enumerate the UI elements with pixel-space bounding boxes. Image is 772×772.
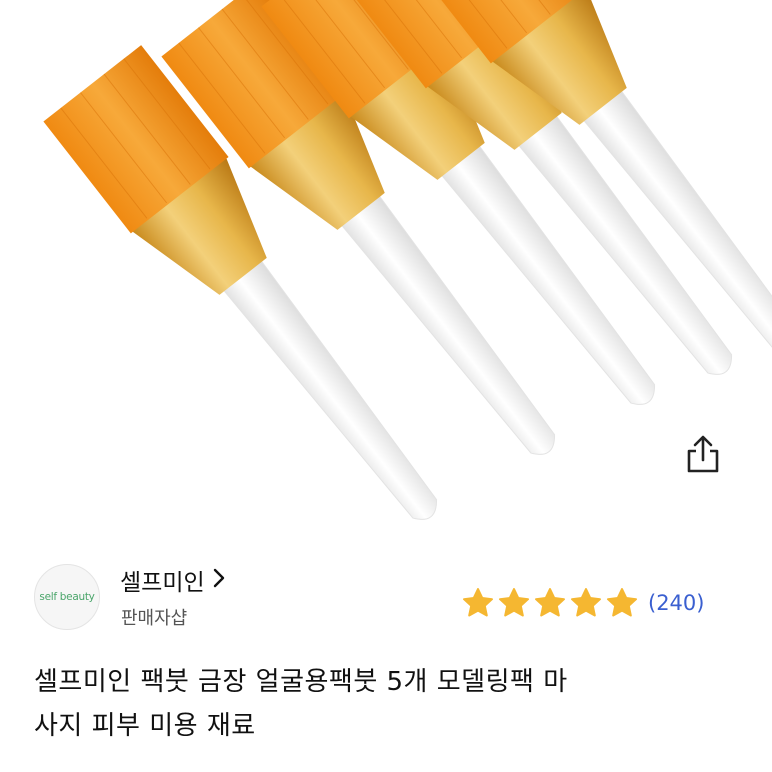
product-title-line-2: 사지 피부 미용 재료 [34,711,256,741]
avatar-logo-text: self beauty [39,591,95,603]
star-icon [571,588,601,617]
star-icon [535,588,565,617]
product-title-line-1: 셀프미인 팩붓 금장 얼굴용팩붓 5개 모델링팩 마 [34,667,568,697]
seller-avatar[interactable]: self beauty [34,564,100,630]
brush-illustration [42,0,772,540]
seller-name: 셀프미인 [120,570,205,596]
star-icon [499,588,529,617]
star-rating [462,587,642,619]
product-title: 셀프미인 팩붓 금장 얼굴용팩붓 5개 모델링팩 마 사지 피부 미용 재료 [34,660,744,748]
seller-type-label: 판매자샵 [121,608,188,629]
chevron-right-icon [213,568,225,592]
seller-profile-link[interactable]: 셀프미인 [120,564,225,596]
rating-summary[interactable]: (240) [462,586,704,620]
review-count: (240) [648,591,705,615]
star-icon [463,588,493,617]
product-image[interactable] [0,0,772,540]
share-icon [687,435,719,473]
star-icon [607,588,637,617]
share-button[interactable] [681,432,725,476]
